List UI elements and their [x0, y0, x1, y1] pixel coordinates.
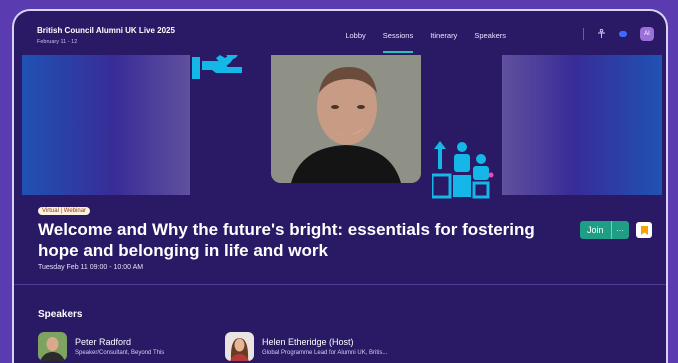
event-title: British Council Alumni UK Live 2025: [37, 26, 175, 35]
speaker-avatar: [38, 332, 67, 361]
speakers-heading: Speakers: [38, 309, 83, 320]
bookmark-icon: [640, 225, 648, 235]
brand[interactable]: British Council Alumni UK Live 2025 Febr…: [37, 26, 175, 45]
session-type-badge: Virtual | Webinar: [38, 207, 91, 215]
tab-itinerary[interactable]: Itinerary: [430, 31, 457, 40]
people-growth-icon: [432, 141, 494, 199]
hero-banner: [14, 55, 666, 205]
user-avatar[interactable]: AI: [640, 27, 654, 41]
speaker-role: Speaker/Consultant, Beyond This: [75, 350, 165, 356]
hero-gradient-right: [502, 55, 662, 195]
hero-gradient-left: [22, 55, 190, 195]
tab-speakers[interactable]: Speakers: [474, 31, 506, 40]
join-button[interactable]: Join: [580, 221, 611, 239]
accessibility-icon[interactable]: [596, 29, 606, 39]
section-divider: [14, 284, 666, 285]
more-options-button[interactable]: ···: [610, 221, 629, 239]
top-bar: British Council Alumni UK Live 2025 Febr…: [14, 11, 666, 55]
speaker-card[interactable]: Peter Radford Speaker/Consultant, Beyond…: [38, 332, 164, 361]
speaker-name: Helen Etheridge (Host): [262, 337, 354, 347]
session-datetime: Tuesday Feb 11 09:00 - 10:00 AM: [38, 264, 144, 271]
tab-sessions[interactable]: Sessions: [382, 31, 414, 53]
chat-icon[interactable]: [618, 29, 628, 39]
speaker-name: Peter Radford: [75, 337, 132, 347]
speaker-card[interactable]: Helen Etheridge (Host) Global Programme …: [225, 332, 387, 361]
hand-giving-icon: [192, 55, 242, 79]
join-button-group: Join ···: [580, 221, 629, 239]
app-window: British Council Alumni UK Live 2025 Febr…: [12, 9, 668, 363]
main-nav: Lobby Sessions Itinerary Speakers: [345, 31, 506, 53]
speaker-role: Global Programme Lead for Alumni UK, Bri…: [262, 350, 388, 356]
toolbar-icons: AI: [583, 27, 654, 41]
event-dates: February 11 - 12: [37, 39, 78, 45]
bookmark-button[interactable]: [636, 222, 652, 238]
toolbar-divider: [583, 28, 584, 40]
tab-lobby[interactable]: Lobby: [345, 31, 365, 40]
session-title: Welcome and Why the future's bright: ess…: [38, 220, 535, 260]
speaker-avatar: [225, 332, 254, 361]
speaker-portrait: [271, 55, 421, 183]
